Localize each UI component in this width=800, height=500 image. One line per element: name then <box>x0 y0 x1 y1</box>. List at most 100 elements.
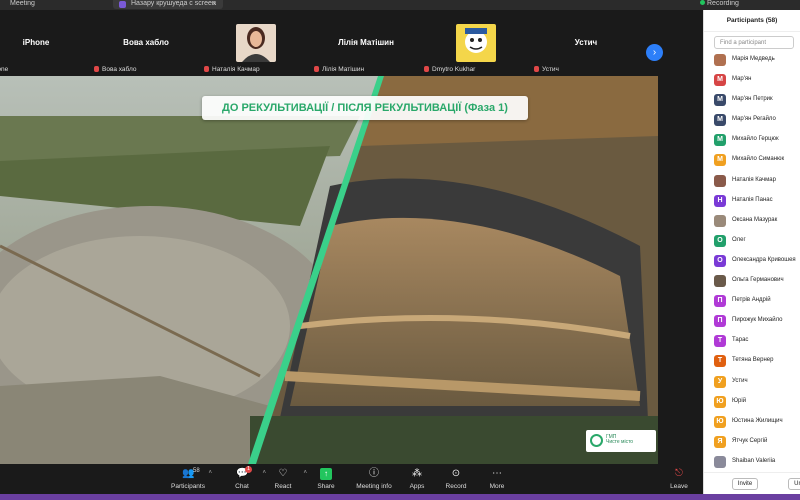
landfill-comparison-image <box>0 76 658 464</box>
participant-row[interactable]: М Мар'ян Петрик <box>704 90 800 110</box>
participant-name: Олег <box>732 236 746 243</box>
avatar: У <box>714 375 726 388</box>
participant-name: Ольга Германович <box>732 277 784 284</box>
video-tile[interactable]: Dmytro Kukhar <box>418 10 534 76</box>
record-icon: ⊙ <box>451 468 461 479</box>
avatar <box>714 174 726 187</box>
muted-mic-icon <box>424 66 429 73</box>
participant-list: Марія Медведь М Мар'ян М Мар'ян Петрик М Мар'я… <box>704 50 800 472</box>
share-tab[interactable]: Назару крушуеда с screen <box>113 0 223 9</box>
participants-button[interactable]: 👥 58 Participants ˄ <box>166 468 212 490</box>
participant-row[interactable]: М Михайло Симанюк <box>704 150 800 170</box>
record-button[interactable]: ⊙ Record <box>434 468 478 490</box>
participant-name: Юстина Жилищич <box>732 417 783 424</box>
participant-row[interactable]: М Михайло Герцюк <box>704 130 800 150</box>
tile-display-name: Устич <box>574 38 598 47</box>
close-icon[interactable]: × <box>212 0 217 8</box>
taskbar <box>0 494 800 500</box>
avatar: Н <box>714 194 726 207</box>
avatar: О <box>714 234 726 247</box>
slide-title: ДО РЕКУЛЬТИВАЦІЇ / ПІСЛЯ РЕКУЛЬТИВАЦІЇ (… <box>202 96 528 120</box>
participant-name: Наталія Панас <box>732 196 773 203</box>
share-icon <box>119 1 126 8</box>
participant-row[interactable]: О Олег <box>704 231 800 251</box>
participant-row[interactable]: М Мар'ян <box>704 70 800 90</box>
meeting-info-button[interactable]: ⓘ Meeting info <box>352 468 396 490</box>
participant-row[interactable]: П Петрів Андрій <box>704 291 800 311</box>
participant-name: Оксана Мазурак <box>732 216 778 223</box>
video-tile[interactable]: Лілія Матішин Лілія Матішин <box>308 10 424 76</box>
apps-icon: ⁂ <box>412 468 422 479</box>
participant-row[interactable]: Марія Медведь <box>704 50 800 70</box>
next-page-button[interactable]: › <box>646 44 663 61</box>
avatar <box>714 214 726 227</box>
video-tile[interactable]: Вова хабло Вова хабло <box>88 10 204 76</box>
recording-indicator: Recording <box>700 0 739 7</box>
invite-button[interactable]: Invite <box>732 478 758 490</box>
participant-name: Тетяна Вернер <box>732 357 774 364</box>
shared-screen: ДО РЕКУЛЬТИВАЦІЇ / ПІСЛЯ РЕКУЛЬТИВАЦІЇ (… <box>0 76 658 464</box>
participant-row[interactable]: Т Тетяна Вернер <box>704 351 800 371</box>
participant-row[interactable]: П Пирожук Михайло <box>704 311 800 331</box>
participant-name: Пирожук Михайло <box>732 317 783 324</box>
participant-name: Shaiban Valeriia <box>732 457 776 464</box>
participant-row[interactable]: Я Ятчук Сергій <box>704 432 800 452</box>
tile-name-label: Вова хабло <box>94 66 136 73</box>
share-button[interactable]: ↑ Share <box>304 468 348 490</box>
avatar <box>714 275 726 288</box>
meeting-toolbar: 👥 58 Participants ˄ 💬 1 Chat ˄ ♡ React ˄ ↑ Shar… <box>0 464 703 494</box>
tile-name-label: Dmytro Kukhar <box>424 66 475 73</box>
participant-name: Ятчук Сергій <box>732 437 768 444</box>
participant-row[interactable]: Shaiban Valeriia <box>704 452 800 472</box>
video-tile[interactable]: iPhone iPhone <box>0 10 72 76</box>
avatar: М <box>714 134 726 147</box>
avatar: М <box>714 74 726 87</box>
avatar: П <box>714 315 726 328</box>
avatar: Т <box>714 335 726 348</box>
company-logo: ГМП Чисте місто <box>586 430 656 452</box>
participant-row[interactable]: Наталія Качмар <box>704 171 800 191</box>
tile-display-name: Лілія Матішин <box>338 38 394 47</box>
heart-icon: ♡ <box>278 468 288 479</box>
react-button[interactable]: ♡ React ˄ <box>261 468 308 490</box>
participant-name: Мар'ян Регайло <box>732 116 776 123</box>
chat-button[interactable]: 💬 1 Chat ˄ <box>220 466 266 490</box>
avatar: М <box>714 114 726 127</box>
participant-row[interactable]: М Мар'ян Регайло <box>704 110 800 130</box>
participant-name: Юрій <box>732 397 747 404</box>
participant-name: Мар'ян Петрик <box>732 96 773 103</box>
participant-photo <box>236 24 276 62</box>
muted-mic-icon <box>314 66 319 73</box>
leave-button[interactable]: ⎋ Leave <box>657 468 701 490</box>
avatar: Я <box>714 435 726 448</box>
participant-row[interactable]: Ю Юрій <box>704 392 800 412</box>
share-up-arrow-icon: ↑ <box>320 468 332 480</box>
avatar: М <box>714 94 726 107</box>
participant-search-input[interactable]: Find a participant <box>714 36 794 49</box>
video-tile[interactable]: Наталія Качмар <box>198 10 314 76</box>
muted-mic-icon <box>204 66 209 73</box>
unmute-all-button[interactable]: Un <box>788 478 800 490</box>
participants-panel: Participants (58) Find a participant Мар… <box>703 10 800 494</box>
participant-row[interactable]: Т Тарас <box>704 331 800 351</box>
app-title: Meeting <box>10 0 35 7</box>
panel-footer: Invite Un <box>704 472 800 494</box>
apps-button[interactable]: ⁂ Apps <box>395 468 439 490</box>
avatar <box>714 54 726 66</box>
participant-name: Тарас <box>732 337 749 344</box>
chevron-up-icon: ˄ <box>208 470 212 476</box>
participant-row[interactable]: Оксана Мазурак <box>704 211 800 231</box>
tile-display-name: Вова хабло <box>123 38 169 47</box>
participant-name: Устич <box>732 377 748 384</box>
more-button[interactable]: ⋯ More <box>475 468 519 490</box>
tile-name-label: Лілія Матішин <box>314 66 364 73</box>
participant-row[interactable]: Н Наталія Панас <box>704 191 800 211</box>
tile-name-label: Наталія Качмар <box>204 66 260 73</box>
avatar <box>714 455 726 468</box>
participant-row[interactable]: О Олександра Кривошея <box>704 251 800 271</box>
participant-row[interactable]: Ю Юстина Жилищич <box>704 412 800 432</box>
logo-mark-icon <box>590 434 603 447</box>
participant-row[interactable]: У Устич <box>704 372 800 392</box>
participant-row[interactable]: Ольга Германович <box>704 271 800 291</box>
video-tile[interactable]: Устич Устич <box>528 10 644 76</box>
